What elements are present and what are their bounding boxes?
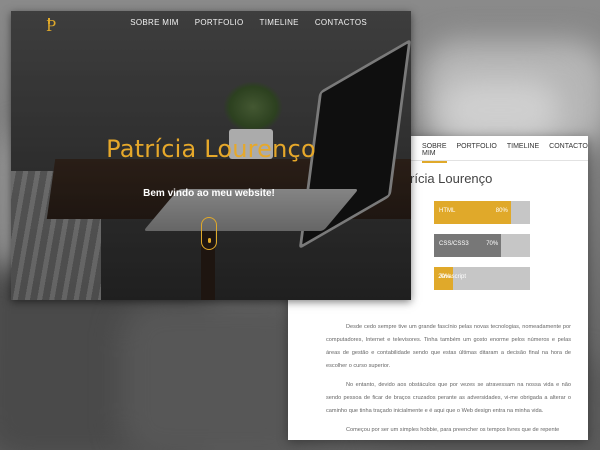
about-name-heading: rícia Lourenço <box>410 171 493 186</box>
hero-title: Patrícia Lourenço <box>106 135 316 163</box>
nav-sobre-mim[interactable]: SOBRE MIM <box>422 143 447 163</box>
about-text: Desde cedo sempre tive um grande fascíni… <box>326 321 571 440</box>
nav-portfolio[interactable]: PORTFOLIO <box>457 143 497 163</box>
about-paragraph: Começou por ser um simples hobbie, para … <box>346 427 560 433</box>
skill-percent: 20% <box>438 274 451 280</box>
skill-bar-javascript: Javascript 20% <box>434 267 530 290</box>
hero-navbar: SOBRE MIM PORTFOLIO TIMELINE CONTACTOS <box>130 18 367 27</box>
skill-percent: 80% <box>495 208 508 214</box>
nav-timeline[interactable]: TIMELINE <box>507 143 539 163</box>
site-logo[interactable]: P <box>46 17 60 35</box>
about-paragraph: Desde cedo sempre tive um grande fascíni… <box>326 324 571 369</box>
hero-subtitle: Bem vindo ao meu website! <box>143 188 275 199</box>
skill-bar-html: HTML 80% <box>434 201 530 224</box>
skill-label: HTML <box>439 208 456 214</box>
about-paragraph: No entanto, devido aos obstáculos que po… <box>326 382 571 414</box>
hero-section-preview: P SOBRE MIM PORTFOLIO TIMELINE CONTACTOS… <box>11 11 411 300</box>
skill-label: CSS/CSS3 <box>439 241 469 247</box>
skill-percent: 70% <box>486 241 499 247</box>
skill-bar-css: CSS/CSS3 70% <box>434 234 530 257</box>
nav-sobre-mim[interactable]: SOBRE MIM <box>130 18 178 27</box>
nav-timeline[interactable]: TIMELINE <box>260 18 299 27</box>
scroll-down-icon[interactable] <box>201 217 217 250</box>
nav-contactos[interactable]: CONTACTOS <box>549 143 588 163</box>
nav-contactos[interactable]: CONTACTOS <box>315 18 367 27</box>
nav-portfolio[interactable]: PORTFOLIO <box>195 18 244 27</box>
